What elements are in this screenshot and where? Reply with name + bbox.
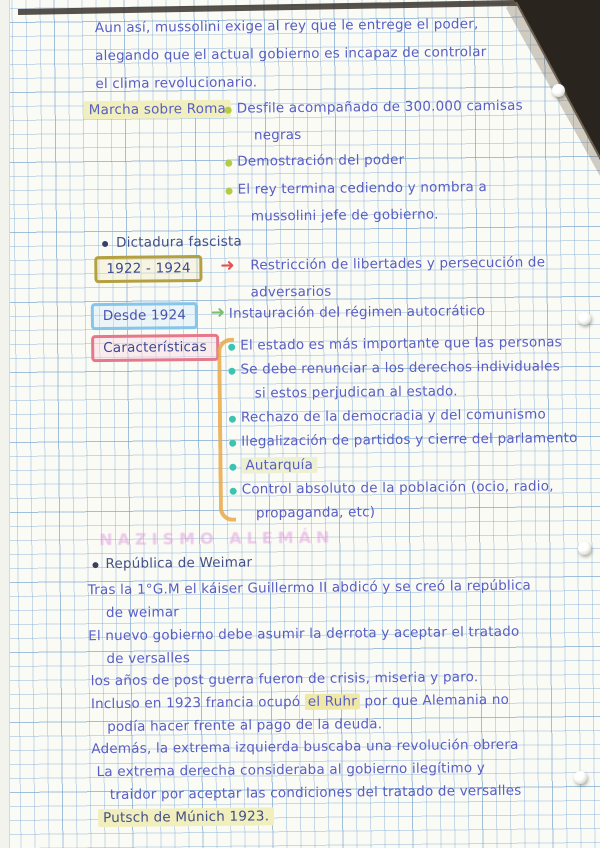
marcha-label: Marcha sobre Roma bbox=[83, 99, 232, 120]
ruhr-highlight: el Ruhr bbox=[304, 693, 361, 710]
bullet-icon bbox=[228, 367, 236, 375]
bullet-icon bbox=[229, 487, 237, 495]
note-line: Aun así, mussolini exige al rey que le e… bbox=[94, 16, 479, 37]
note-line: mussolini jefe de gobierno. bbox=[250, 206, 439, 225]
note-line: los años de post guerra fueron de crisis… bbox=[90, 669, 479, 690]
note-line: traidor por aceptar las condiciones del … bbox=[109, 782, 522, 804]
faint-section-title: NAZISMO ALEMÁN bbox=[99, 527, 335, 550]
note-line: de weimar bbox=[105, 604, 180, 622]
note-line: negras bbox=[253, 126, 302, 144]
note-line: Tras la 1°G.M el káiser Guillermo II abd… bbox=[87, 577, 532, 599]
bullet-icon bbox=[92, 562, 99, 569]
paper-bump bbox=[552, 84, 565, 97]
notebook-photo: Aun así, mussolini exige al rey que le e… bbox=[0, 0, 600, 848]
note-line: Se debe renunciar a los derechos individ… bbox=[240, 358, 560, 378]
note-line: Control absoluto de la población (ocio, … bbox=[241, 478, 554, 498]
note-line: La extrema derecha consideraba al gobier… bbox=[96, 760, 486, 781]
bullet-icon bbox=[102, 240, 109, 248]
section-heading: República de Weimar bbox=[105, 554, 253, 573]
bullet-icon bbox=[224, 106, 232, 114]
bullet-icon bbox=[229, 439, 237, 447]
note-line: Autarquía bbox=[241, 456, 318, 475]
notes-content: Aun así, mussolini exige al rey que le e… bbox=[0, 0, 600, 848]
note-line: Restricción de libertades y persecución … bbox=[250, 254, 546, 274]
bullet-icon bbox=[228, 343, 236, 351]
note-line: Ilegalización de partidos y cierre del p… bbox=[241, 430, 578, 450]
period-tag-desde-1924: Desde 1924 bbox=[90, 302, 199, 331]
note-line: podía hacer frente al pago de la deuda. bbox=[107, 716, 383, 736]
caracteristicas-tag: Características bbox=[91, 333, 219, 363]
bullet-icon bbox=[225, 159, 233, 167]
green-arrow-icon bbox=[211, 303, 226, 324]
note-line: propaganda, etc) bbox=[255, 504, 376, 522]
note-line: Desfile acompañado de 300.000 camisas bbox=[236, 97, 523, 117]
bullet-icon bbox=[225, 187, 233, 195]
note-line: Rechazo de la democracia y del comunismo bbox=[240, 406, 547, 426]
note-line: Demostración del poder bbox=[237, 151, 405, 170]
section-heading: Dictadura fascista bbox=[116, 233, 242, 251]
paper-bump bbox=[578, 542, 591, 555]
note-line: Además, la extrema izquierda buscaba una… bbox=[91, 736, 519, 758]
note-line: El rey termina cediendo y nombra a bbox=[237, 179, 488, 198]
note-line-ruhr: Incluso en 1923 francia ocupó el Ruhr po… bbox=[90, 691, 510, 713]
red-arrow-icon bbox=[220, 256, 235, 277]
note-line: El estado es más importante que las pers… bbox=[240, 334, 562, 354]
note-line: de versalles bbox=[106, 650, 191, 668]
paper-bump bbox=[574, 771, 587, 784]
note-line: el clima revolucionario. bbox=[95, 74, 258, 93]
paper-left-edge bbox=[0, 0, 10, 848]
note-line: adversarios bbox=[250, 283, 332, 301]
period-tag-1922-1924: 1922 - 1924 bbox=[94, 255, 203, 284]
note-line: alegando que el actual gobierno es incap… bbox=[95, 44, 487, 65]
note-line: Instauración del régimen autocrático bbox=[228, 303, 486, 322]
bullet-icon bbox=[228, 415, 236, 423]
putsch-line: Putsch de Múnich 1923. bbox=[98, 807, 275, 828]
note-line: El nuevo gobierno debe asumir la derrota… bbox=[88, 623, 520, 645]
bullet-icon bbox=[229, 463, 237, 471]
paper-bump bbox=[578, 312, 591, 325]
note-line: si estos perjudican al estado. bbox=[254, 383, 458, 402]
